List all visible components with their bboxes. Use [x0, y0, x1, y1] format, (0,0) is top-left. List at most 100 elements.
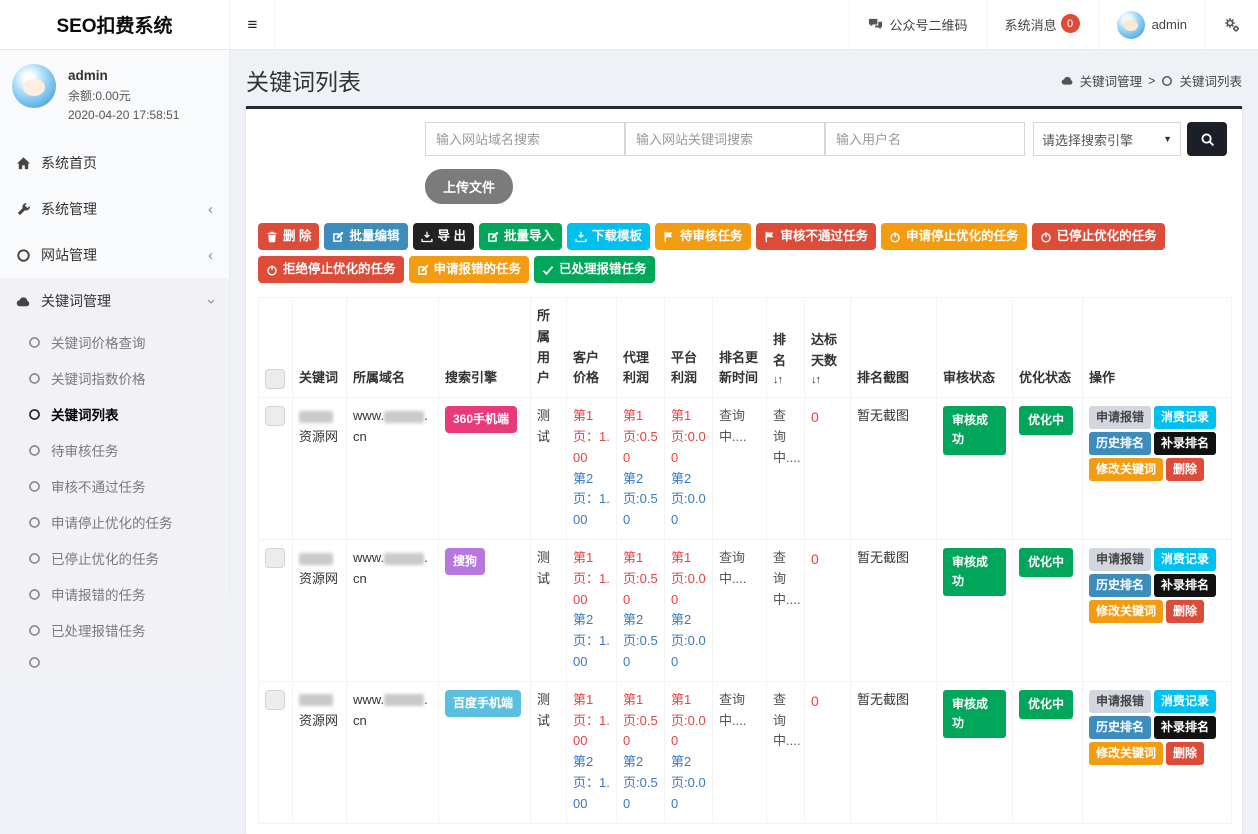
- chevron-left-icon: ‹: [208, 248, 213, 263]
- col-user: 所属用户: [531, 298, 567, 398]
- audit-failed-tasks-button[interactable]: 审核不通过任务: [756, 223, 877, 250]
- chevron-down-icon: ‹: [203, 299, 218, 304]
- sidebar-item-keyword-price-query[interactable]: 关键词价格查询: [0, 324, 229, 360]
- sort-icon[interactable]: ↓↑: [811, 372, 844, 390]
- sidebar-item-keyword-list[interactable]: 关键词列表: [0, 396, 229, 432]
- system-messages-menu-item[interactable]: 系统消息 0: [986, 0, 1098, 49]
- sidebar-balance: 余额:0.00元: [68, 87, 179, 106]
- col-days-sortable[interactable]: 达标天数 ↓↑: [805, 298, 851, 398]
- download-icon: [421, 231, 433, 243]
- delete-row-button[interactable]: 删除: [1166, 458, 1204, 481]
- sidebar-item-website[interactable]: 网站管理 ‹: [0, 232, 229, 278]
- settings-menu-item[interactable]: [1205, 0, 1258, 49]
- edit-keyword-button[interactable]: 修改关键词: [1089, 742, 1163, 765]
- qr-code-menu-item[interactable]: 公众号二维码: [849, 0, 986, 49]
- col-rank-sortable[interactable]: 排名 ↓↑: [767, 298, 805, 398]
- row-checkbox[interactable]: [265, 690, 285, 710]
- sidebar-item-system[interactable]: 系统管理 ‹: [0, 186, 229, 232]
- bulk-import-button[interactable]: 批量导入: [479, 223, 562, 250]
- breadcrumb: 关键词管理 > 关键词列表: [1061, 63, 1242, 90]
- export-button[interactable]: 导 出: [413, 223, 474, 250]
- sidebar-toggle-button[interactable]: ≡: [230, 0, 276, 49]
- edit-keyword-button[interactable]: 修改关键词: [1089, 458, 1163, 481]
- sidebar-item-apply-stop[interactable]: 申请停止优化的任务: [0, 504, 229, 540]
- report-error-button[interactable]: 申请报错: [1089, 690, 1151, 713]
- history-rank-button[interactable]: 历史排名: [1089, 432, 1151, 455]
- platform-profit-cell: 第1页:0.00第2页:0.00: [665, 681, 713, 823]
- sidebar-item-label: 网站管理: [41, 245, 97, 265]
- search-engine-select[interactable]: 请选择搜索引擎 ▼: [1033, 122, 1181, 156]
- sidebar-item-stopped[interactable]: 已停止优化的任务: [0, 540, 229, 576]
- supplement-rank-button[interactable]: 补录排名: [1154, 432, 1216, 455]
- delete-button[interactable]: 删 除: [258, 223, 319, 250]
- keyword-search-input[interactable]: [625, 122, 825, 156]
- engine-badge: 搜狗: [445, 548, 485, 575]
- sidebar-user-panel: admin 余额:0.00元 2020-04-20 17:58:51: [0, 50, 229, 136]
- download-template-button[interactable]: 下载模板: [567, 223, 650, 250]
- keyword-cell: 资源网: [293, 681, 347, 823]
- col-audit-status: 审核状态: [937, 298, 1013, 398]
- circle-icon: [28, 372, 41, 385]
- username-search-input[interactable]: [825, 122, 1025, 156]
- reject-stop-tasks-button[interactable]: 拒绝停止优化的任务: [258, 256, 404, 283]
- search-button[interactable]: [1187, 122, 1227, 156]
- history-rank-button[interactable]: 历史排名: [1089, 574, 1151, 597]
- engine-badge: 百度手机端: [445, 690, 521, 717]
- edit-icon: [417, 264, 429, 276]
- supplement-rank-button[interactable]: 补录排名: [1154, 716, 1216, 739]
- apply-error-tasks-button[interactable]: 申请报错的任务: [409, 256, 530, 283]
- bulk-edit-button[interactable]: 批量编辑: [324, 223, 407, 250]
- domain-search-input[interactable]: [425, 122, 625, 156]
- row-checkbox[interactable]: [265, 406, 285, 426]
- edit-keyword-button[interactable]: 修改关键词: [1089, 600, 1163, 623]
- submenu-label: 关键词指数价格: [51, 368, 146, 388]
- circle-icon: [28, 444, 41, 457]
- keyword-table: 关键词 所属域名 搜索引擎 所属用户 客户价格 代理利润 平台利润 排名更新时间…: [258, 297, 1232, 824]
- delete-row-button[interactable]: 删除: [1166, 742, 1204, 765]
- history-rank-button[interactable]: 历史排名: [1089, 716, 1151, 739]
- user-menu-item[interactable]: admin: [1098, 0, 1205, 49]
- search-bar: 请选择搜索引擎 ▼: [425, 122, 1232, 156]
- sidebar-item-audit-failed[interactable]: 审核不通过任务: [0, 468, 229, 504]
- row-checkbox[interactable]: [265, 548, 285, 568]
- consume-record-button[interactable]: 消费记录: [1154, 690, 1216, 713]
- sort-icon[interactable]: ↓↑: [773, 372, 798, 390]
- avatar: [12, 64, 56, 108]
- report-error-button[interactable]: 申请报错: [1089, 548, 1151, 571]
- col-keyword: 关键词: [293, 298, 347, 398]
- upload-file-button[interactable]: 上传文件: [425, 169, 513, 204]
- col-rank-update: 排名更新时间: [713, 298, 767, 398]
- sidebar-item-keyword-management[interactable]: 关键词管理 ‹: [0, 278, 229, 324]
- bulk-action-toolbar: 删 除 批量编辑 导 出 批量导入 下载模板 待审核任务: [258, 223, 1232, 283]
- screenshot-cell: 暂无截图: [851, 681, 937, 823]
- select-all-checkbox[interactable]: [265, 369, 285, 389]
- pending-audit-tasks-button[interactable]: 待审核任务: [655, 223, 751, 250]
- redacted-text: [299, 694, 333, 706]
- error-handled-tasks-button[interactable]: 已处理报错任务: [534, 256, 655, 283]
- stopped-tasks-button[interactable]: 已停止优化的任务: [1032, 223, 1165, 250]
- customer-price-cell: 第1页：1.00第2页：1.00: [567, 539, 617, 681]
- sidebar-item-home[interactable]: 系统首页: [0, 140, 229, 186]
- row-actions: 申请报错 消费记录 历史排名 补录排名 修改关键词 删除: [1089, 690, 1225, 765]
- report-error-button[interactable]: 申请报错: [1089, 406, 1151, 429]
- breadcrumb-parent[interactable]: 关键词管理: [1080, 71, 1143, 90]
- user-cell: 测试: [531, 681, 567, 823]
- consume-record-button[interactable]: 消费记录: [1154, 406, 1216, 429]
- submenu-label: 待审核任务: [51, 440, 119, 460]
- redacted-text: [299, 553, 333, 565]
- delete-row-button[interactable]: 删除: [1166, 600, 1204, 623]
- consume-record-button[interactable]: 消费记录: [1154, 548, 1216, 571]
- audit-status-badge: 审核成功: [943, 690, 1006, 738]
- domain-cell: www..cn: [347, 539, 439, 681]
- keyword-cell: 资源网: [293, 398, 347, 540]
- select-arrow-icon: ▼: [1163, 134, 1172, 144]
- apply-stop-tasks-button[interactable]: 申请停止优化的任务: [881, 223, 1027, 250]
- col-agent-profit: 代理利润: [617, 298, 665, 398]
- circle-icon: [16, 248, 31, 263]
- sidebar-item-keyword-index-price[interactable]: 关键词指数价格: [0, 360, 229, 396]
- circle-icon: [28, 408, 41, 421]
- main-content: 关键词列表 关键词管理 > 关键词列表 请选择搜索引擎 ▼: [230, 50, 1258, 834]
- cloud-icon: [1061, 74, 1074, 87]
- sidebar-item-pending-audit[interactable]: 待审核任务: [0, 432, 229, 468]
- supplement-rank-button[interactable]: 补录排名: [1154, 574, 1216, 597]
